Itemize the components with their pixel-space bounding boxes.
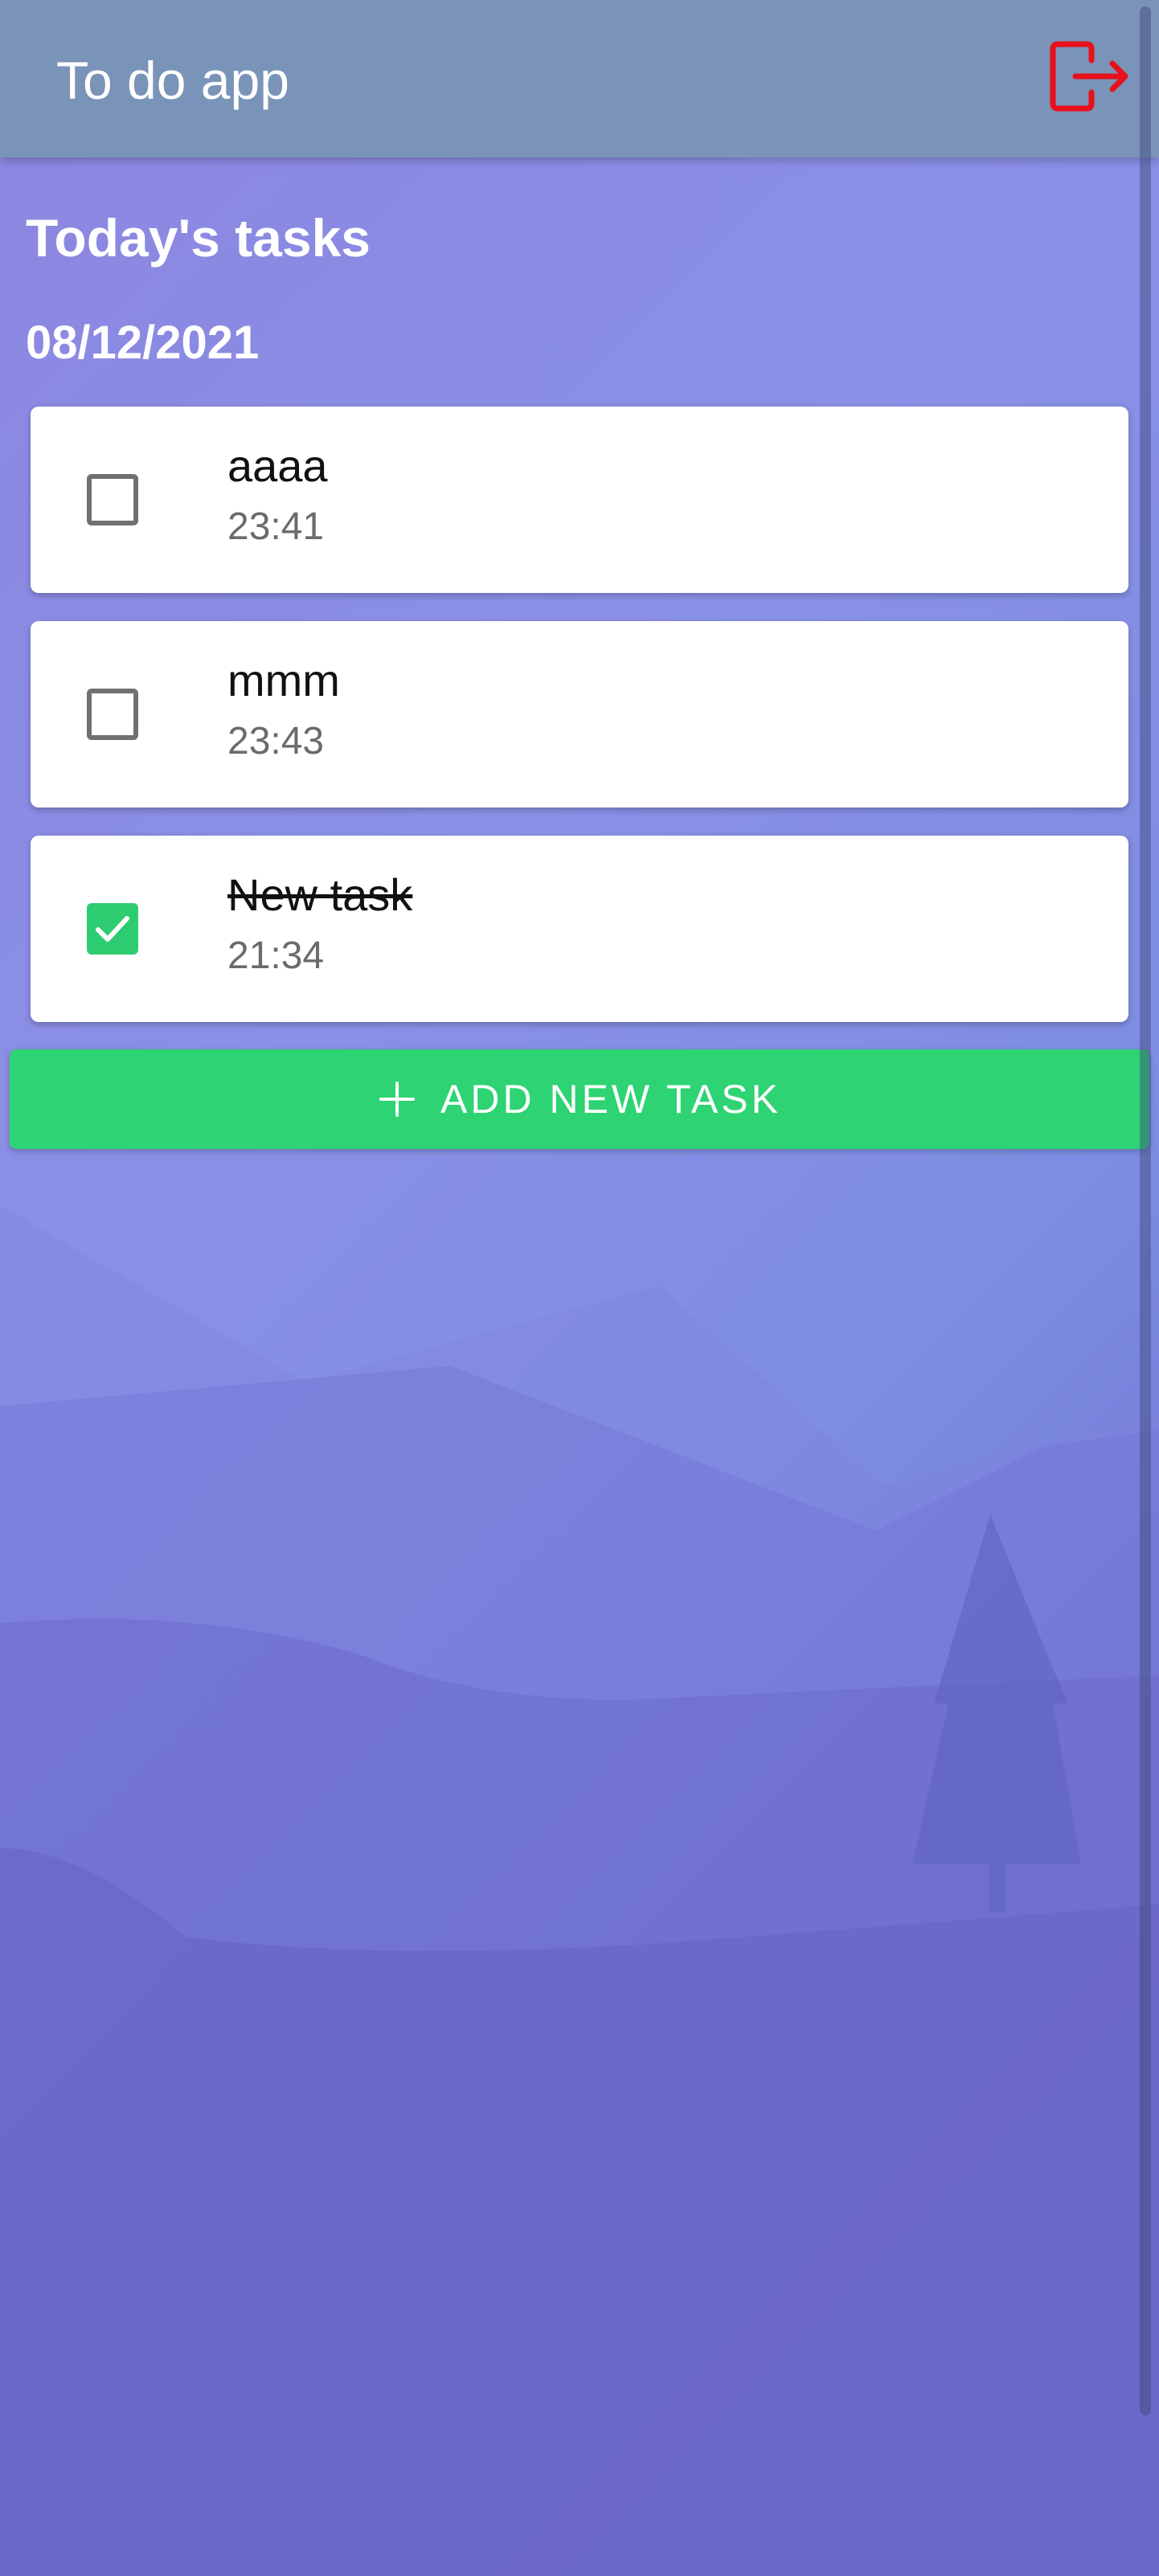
task-checkbox[interactable] (87, 689, 138, 740)
task-checkbox-checked[interactable] (87, 903, 138, 955)
task-time: 23:41 (227, 505, 325, 548)
task-card[interactable]: mmm 23:43 (31, 621, 1128, 808)
plus-icon (378, 1080, 416, 1118)
task-card[interactable]: New task 21:34 (31, 836, 1128, 1022)
app-page: To do app Today's tasks 08/12/2021 aaaa … (0, 0, 1159, 2576)
logout-button[interactable] (1045, 36, 1133, 117)
task-name: New task (227, 869, 413, 920)
app-title: To do app (56, 51, 289, 110)
add-task-button[interactable]: ADD NEW TASK (10, 1049, 1149, 1149)
scrollbar[interactable] (1140, 6, 1151, 2415)
app-bar: To do app (0, 0, 1159, 157)
task-name: aaaa (227, 440, 328, 491)
tasks-date: 08/12/2021 (26, 317, 260, 369)
task-time: 21:34 (227, 934, 325, 977)
checkmark-icon (96, 916, 129, 942)
section-title: Today's tasks (26, 208, 371, 268)
task-name: mmm (227, 655, 340, 705)
task-time: 23:43 (227, 720, 325, 763)
task-card[interactable]: aaaa 23:41 (31, 407, 1128, 593)
add-task-label: ADD NEW TASK (440, 1077, 781, 1122)
logout-icon (1050, 41, 1128, 112)
task-checkbox[interactable] (87, 474, 138, 525)
mountain-background (0, 1205, 1159, 2576)
